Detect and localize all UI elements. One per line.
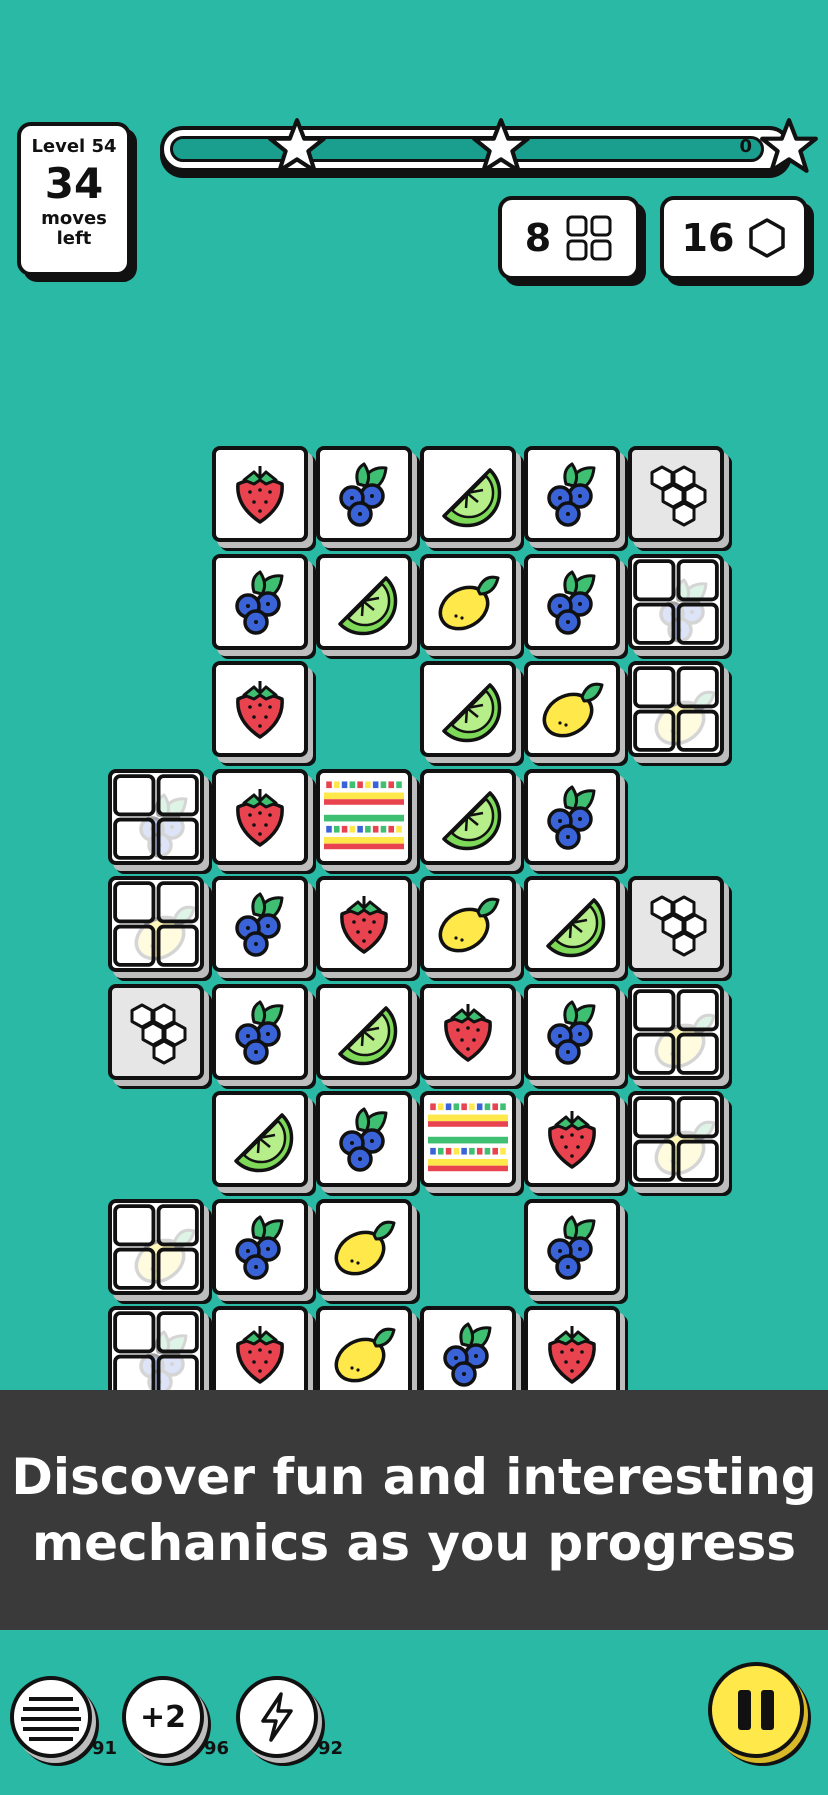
strawberry-icon [236,788,284,847]
banner-line-2: mechanics as you progress [31,1514,797,1572]
strawberry-tile[interactable] [212,661,308,757]
blueberry-icon [339,1107,388,1172]
strawberry-icon [548,1326,596,1384]
lime-tile[interactable] [420,446,516,542]
honeycomb-icon [650,465,707,527]
striped-blocker-tile[interactable] [316,768,412,865]
blueberry-tile[interactable] [524,768,620,865]
strawberry-tile[interactable] [420,983,516,1080]
blueberry-tile[interactable] [316,1091,412,1187]
blueberry-icon [235,570,284,635]
banner-line-1: Discover fun and interesting [11,1448,817,1506]
strawberry-icon [236,466,284,524]
blueberry-tile[interactable] [212,876,308,972]
lime-tile[interactable] [420,661,516,757]
lime-icon [546,898,606,958]
lightning-booster-count: 92 [318,1738,344,1759]
blueberry-tile[interactable] [212,553,308,650]
lime-icon [442,790,502,850]
ice-lemon-tile[interactable] [108,876,204,972]
blueberry-tile[interactable] [524,446,620,542]
strawberry-icon [236,681,284,739]
striped-icon [428,1103,508,1172]
game-board [0,0,828,1390]
strawberry-tile[interactable] [316,876,412,972]
lime-icon [338,1005,398,1065]
pause-bar [738,1690,751,1730]
honeycomb-tile[interactable] [628,446,724,542]
ice-lemon-tile[interactable] [108,1198,204,1295]
plus-two-label: +2 [139,1699,186,1735]
lemon-icon [438,897,500,953]
honeycomb-icon [650,895,707,957]
lime-icon [442,468,502,528]
blueberry-tile[interactable] [420,1306,516,1390]
honeycomb-tile[interactable] [108,983,204,1080]
lemon-tile[interactable] [420,553,516,650]
promo-banner: Discover fun and interesting mechanics a… [0,1390,828,1630]
strawberry-tile[interactable] [212,1306,308,1390]
blueberry-tile[interactable] [524,1198,620,1295]
lemon-icon [334,1327,396,1383]
blueberry-icon [547,462,596,527]
blueberry-icon [547,1215,596,1280]
plus-two-booster-count: 96 [204,1738,230,1759]
blueberry-icon [235,1000,284,1065]
lemon-tile[interactable] [316,1306,412,1390]
lime-tile[interactable] [316,553,412,650]
blueberry-tile[interactable] [212,1198,308,1295]
ice-blueberry-tile[interactable] [108,1306,204,1390]
lime-tile[interactable] [420,768,516,865]
honeycomb-tile[interactable] [628,876,724,972]
lightning-booster-button[interactable] [236,1676,318,1758]
lemon-tile[interactable] [524,661,620,757]
lime-tile[interactable] [212,1091,308,1187]
ice-blueberry-tile[interactable] [628,553,724,650]
lime-icon [338,575,398,635]
blueberry-icon [339,462,388,527]
lemon-tile[interactable] [316,1198,412,1295]
strawberry-icon [236,1326,284,1384]
lime-icon [442,683,502,743]
blueberry-tile[interactable] [212,983,308,1080]
ice-lemon-tile[interactable] [628,1091,724,1187]
lemon-tile[interactable] [420,876,516,972]
strawberry-icon [340,896,388,954]
lightning-icon [261,1692,293,1742]
strawberry-tile[interactable] [524,1091,620,1187]
lime-tile[interactable] [524,876,620,972]
blueberry-tile[interactable] [524,983,620,1080]
plus-two-booster-button[interactable]: +2 [122,1676,204,1758]
shuffle-booster-count: 91 [92,1738,118,1759]
pause-bar [761,1690,774,1730]
blueberry-icon [547,570,596,635]
lemon-icon [542,682,604,738]
lime-tile[interactable] [316,983,412,1080]
lemon-icon [334,1220,396,1275]
blueberry-tile[interactable] [524,553,620,650]
strawberry-tile[interactable] [212,446,308,542]
ice-lemon-tile[interactable] [628,983,724,1080]
shuffle-booster-button[interactable] [10,1676,92,1758]
strawberry-tile[interactable] [524,1306,620,1390]
blueberry-icon [547,1000,596,1065]
blueberry-icon [443,1322,492,1387]
blueberry-tile[interactable] [316,446,412,542]
striped-icon [324,780,404,849]
honeycomb-icon [130,1003,187,1064]
strawberry-icon [548,1111,596,1169]
strawberry-tile[interactable] [212,768,308,865]
ice-lemon-tile[interactable] [628,661,724,757]
pause-button[interactable] [708,1662,804,1758]
striped-blocker-tile[interactable] [420,1091,516,1187]
lemon-icon [438,575,500,630]
blueberry-icon [235,1215,284,1280]
shuffle-lines-icon [21,1697,81,1741]
ice-blueberry-tile[interactable] [108,768,204,865]
lime-icon [234,1113,294,1173]
blueberry-icon [235,892,284,957]
strawberry-icon [444,1003,492,1062]
blueberry-icon [547,785,596,850]
